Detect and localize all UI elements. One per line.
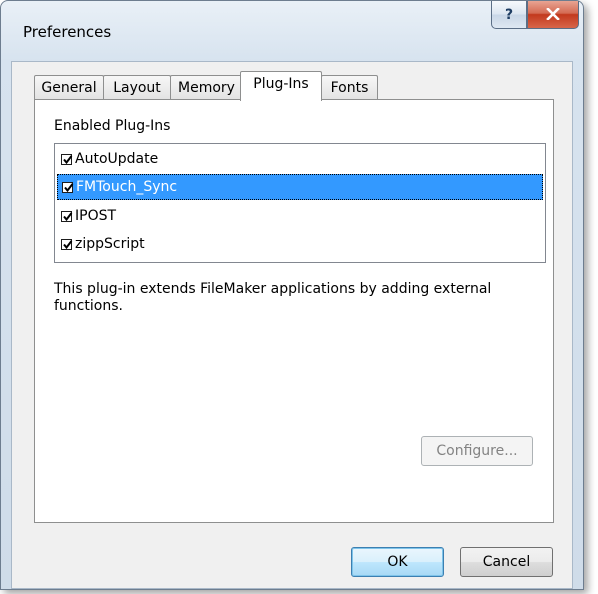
plug-in-description: This plug-in extends FileMaker applicati…	[54, 281, 492, 314]
tab-label: Plug-Ins	[253, 76, 309, 92]
plug-ins-panel: Enabled Plug-Ins AutoUpdate FMTouch_Sync	[34, 99, 554, 523]
zippscript-checkbox[interactable]	[61, 238, 73, 250]
configure-button-label: Configure...	[436, 443, 518, 459]
help-button[interactable]: ?	[491, 1, 527, 29]
close-button[interactable]	[527, 1, 579, 29]
checkmark-icon	[63, 211, 73, 221]
list-item-zippscript[interactable]: zippScript	[57, 231, 543, 257]
ok-button[interactable]: OK	[351, 547, 444, 577]
checkmark-icon	[63, 154, 73, 164]
tab-label: Fonts	[330, 79, 369, 96]
dialog-client-area: General Layout Memory Plug-Ins Fonts Ena…	[11, 61, 573, 589]
tab-memory[interactable]: Memory	[170, 75, 243, 99]
enabled-plug-ins-label: Enabled Plug-Ins	[54, 118, 171, 134]
configure-button[interactable]: Configure...	[421, 436, 533, 466]
checkmark-icon	[64, 182, 74, 192]
list-item-label: zippScript	[75, 236, 145, 252]
tab-label: General	[41, 79, 97, 96]
window-title: Preferences	[23, 23, 112, 41]
list-item-label: FMTouch_Sync	[76, 179, 178, 195]
list-item-fmtouch-sync[interactable]: FMTouch_Sync	[57, 174, 543, 200]
list-item-ipost[interactable]: IPOST	[57, 203, 543, 229]
checkmark-icon	[63, 239, 73, 249]
tab-general[interactable]: General	[34, 75, 104, 99]
list-item-label: IPOST	[75, 208, 117, 224]
list-item-autoupdate[interactable]: AutoUpdate	[57, 146, 543, 172]
tab-layout[interactable]: Layout	[103, 75, 171, 99]
fmtouch-sync-checkbox[interactable]	[62, 181, 74, 193]
title-bar[interactable]: Preferences ?	[1, 1, 583, 61]
plug-ins-list[interactable]: AutoUpdate FMTouch_Sync IPOST zippScript	[54, 143, 546, 263]
close-icon	[546, 5, 560, 24]
ok-button-label: OK	[387, 554, 408, 570]
list-item-label: AutoUpdate	[75, 151, 159, 167]
autoupdate-checkbox[interactable]	[61, 153, 73, 165]
cancel-button[interactable]: Cancel	[460, 547, 553, 577]
ipost-checkbox[interactable]	[61, 210, 73, 222]
tab-label: Memory	[178, 79, 235, 96]
tab-fonts[interactable]: Fonts	[321, 75, 378, 99]
preferences-dialog: Preferences ? General Layout Memory Plug…	[0, 0, 584, 590]
cancel-button-label: Cancel	[482, 554, 531, 570]
tab-label: Layout	[113, 79, 161, 96]
help-icon: ?	[504, 6, 514, 23]
tab-plug-ins[interactable]: Plug-Ins	[240, 71, 322, 101]
